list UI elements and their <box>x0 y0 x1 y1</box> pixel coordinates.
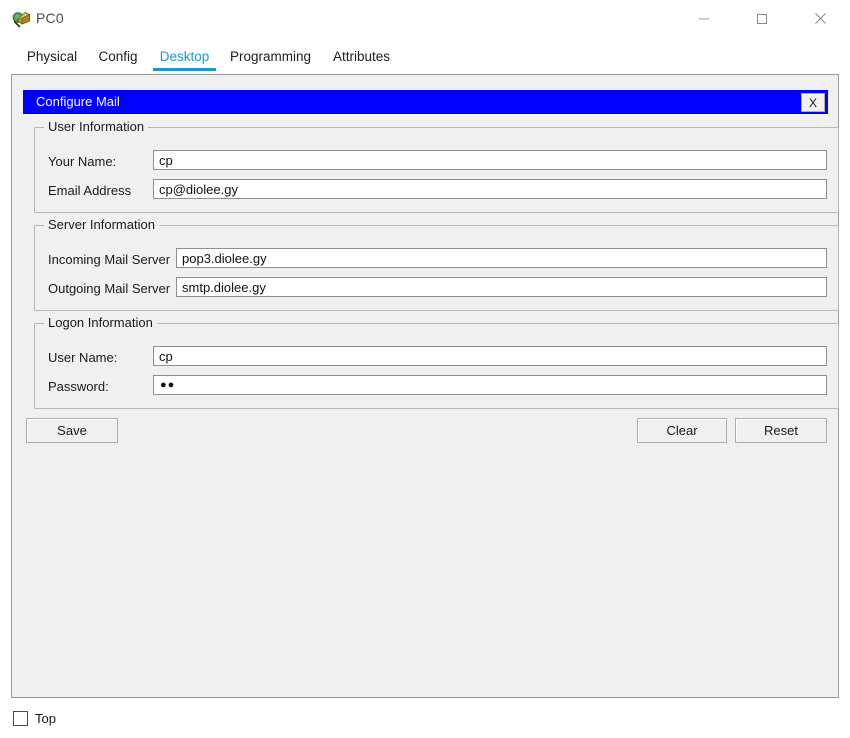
email-address-input[interactable] <box>153 179 827 199</box>
your-name-input[interactable] <box>153 150 827 170</box>
group-logon-information: Logon Information <box>34 315 839 409</box>
group-user-information: User Information <box>34 119 839 213</box>
tab-desktop[interactable]: Desktop <box>153 38 216 74</box>
tab-attributes[interactable]: Attributes <box>325 38 398 74</box>
reset-button[interactable]: Reset <box>735 418 827 443</box>
tab-physical-label: Physical <box>26 48 78 64</box>
clear-button[interactable]: Clear <box>637 418 727 443</box>
tab-desktop-label: Desktop <box>159 48 210 64</box>
save-button[interactable]: Save <box>26 418 118 443</box>
window-titlebar: PC0 <box>0 0 850 39</box>
user-name-input[interactable] <box>153 346 827 366</box>
tab-config[interactable]: Config <box>93 38 143 74</box>
incoming-mail-server-label: Incoming Mail Server <box>48 252 171 267</box>
outgoing-mail-server-input[interactable] <box>176 277 827 297</box>
group-server-information-legend: Server Information <box>44 217 159 232</box>
user-name-label: User Name: <box>48 350 118 365</box>
top-checkbox-label: Top <box>35 711 56 726</box>
your-name-label: Your Name: <box>48 154 117 169</box>
password-label: Password: <box>48 379 109 394</box>
incoming-mail-server-input[interactable] <box>176 248 827 268</box>
tab-config-label: Config <box>98 48 138 64</box>
close-icon[interactable] <box>797 0 843 37</box>
group-server-information: Server Information <box>34 217 839 311</box>
desktop-panel: Configure Mail X User Information Your N… <box>11 74 839 698</box>
top-checkbox[interactable] <box>13 711 28 726</box>
window-title: PC0 <box>36 10 64 26</box>
tab-attributes-label: Attributes <box>332 48 391 64</box>
pc-device-icon <box>11 9 31 29</box>
tab-strip: Physical Config Desktop Programming Attr… <box>0 38 850 74</box>
app-title: Configure Mail <box>36 94 120 109</box>
email-address-label: Email Address <box>48 183 132 198</box>
group-user-information-legend: User Information <box>44 119 149 134</box>
tab-physical[interactable]: Physical <box>20 38 84 74</box>
bottom-bar: Top <box>0 700 850 738</box>
app-close-button[interactable]: X <box>801 93 825 112</box>
password-input[interactable]: ●● <box>153 375 827 395</box>
maximize-icon[interactable] <box>739 0 785 37</box>
tab-programming[interactable]: Programming <box>225 38 316 74</box>
tab-programming-label: Programming <box>229 48 312 64</box>
group-logon-information-legend: Logon Information <box>44 315 157 330</box>
outgoing-mail-server-label: Outgoing Mail Server <box>48 281 171 296</box>
minimize-icon[interactable] <box>681 0 727 37</box>
configure-mail-header: Configure Mail X <box>23 90 828 114</box>
